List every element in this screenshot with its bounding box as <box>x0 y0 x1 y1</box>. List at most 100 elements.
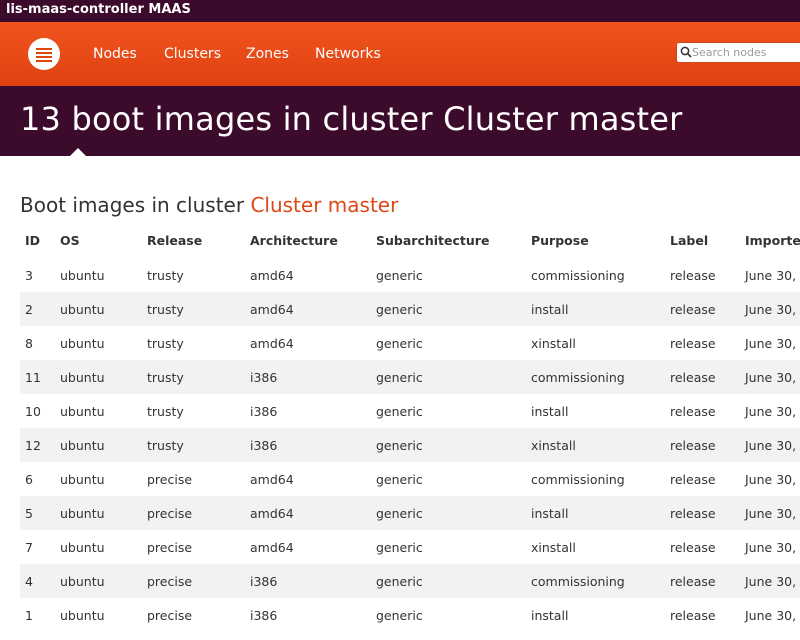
table-header-row: ID OS Release Architecture Subarchitectu… <box>20 222 800 258</box>
table-row: 8 ubuntu trusty amd64 generic xinstall release… <box>20 326 800 360</box>
cell-purpose: xinstall <box>526 428 665 462</box>
cell-release: trusty <box>147 267 184 283</box>
cell-subarchitecture: generic <box>376 335 423 351</box>
nav-nodes-link[interactable]: Nodes <box>93 46 137 62</box>
table-row: 7 ubuntu precise amd64 generic xinstall releas… <box>20 530 800 564</box>
table-body: 3 ubuntu trusty amd64 generic commissioning re… <box>20 258 800 632</box>
cell-label: release <box>665 360 740 394</box>
cell-label: release <box>670 471 716 487</box>
cell-id: 10 <box>25 403 41 419</box>
column-header-purpose[interactable]: Purpose <box>526 222 665 258</box>
page-header: 13 boot images in cluster Cluster master <box>0 86 800 156</box>
cell-release: trusty <box>147 403 184 419</box>
window-title: lis-maas-controller MAAS <box>6 2 191 17</box>
cell-os: ubuntu <box>60 403 105 419</box>
cell-architecture: i386 <box>245 428 371 462</box>
column-header-os[interactable]: OS <box>55 222 142 258</box>
search-input[interactable] <box>692 44 800 61</box>
cell-release: trusty <box>147 335 184 351</box>
section-title: Boot images in cluster Cluster master <box>20 193 398 217</box>
cell-os: ubuntu <box>60 335 105 351</box>
cell-id: 7 <box>25 539 33 555</box>
cell-release: trusty <box>142 360 245 394</box>
cell-release: precise <box>147 607 193 623</box>
cell-architecture: amd64 <box>245 496 371 530</box>
cell-label: release <box>670 267 716 283</box>
column-header-imported[interactable]: Imported <box>740 222 800 258</box>
nav-networks-link[interactable]: Networks <box>315 46 381 62</box>
cell-subarchitecture: generic <box>371 292 526 326</box>
cell-os: ubuntu <box>55 428 142 462</box>
table-row: 12 ubuntu trusty i386 generic xinstall release… <box>20 428 800 462</box>
cell-os: ubuntu <box>60 539 105 555</box>
column-header-architecture[interactable]: Architecture <box>245 222 371 258</box>
cell-release: precise <box>142 496 245 530</box>
cell-purpose: commissioning <box>526 564 665 598</box>
nav-zones-link[interactable]: Zones <box>246 46 289 62</box>
table-row: 3 ubuntu trusty amd64 generic commissioning re… <box>20 258 800 292</box>
cell-id: 2 <box>20 292 55 326</box>
column-header-release[interactable]: Release <box>142 222 245 258</box>
cell-subarchitecture: generic <box>371 564 526 598</box>
cell-purpose: install <box>526 292 665 326</box>
cell-id: 12 <box>20 428 55 462</box>
cell-subarchitecture: generic <box>376 267 423 283</box>
nav-indicator-notch <box>70 148 86 156</box>
maas-logo-icon[interactable] <box>28 38 60 70</box>
cluster-name-link[interactable]: Cluster master <box>250 193 398 217</box>
cell-purpose: commissioning <box>526 360 665 394</box>
table-row: 11 ubuntu trusty i386 generic commissioning re… <box>20 360 800 394</box>
cell-imported: June 30, 2 <box>745 539 800 555</box>
cell-purpose: install <box>526 496 665 530</box>
cell-architecture: i386 <box>250 607 278 623</box>
cell-subarchitecture: generic <box>371 360 526 394</box>
boot-images-table: ID OS Release Architecture Subarchitectu… <box>20 222 800 632</box>
boot-images-table-container: ID OS Release Architecture Subarchitectu… <box>20 222 800 640</box>
cell-architecture: i386 <box>250 403 278 419</box>
table-row: 4 ubuntu precise i386 generic commissioning re… <box>20 564 800 598</box>
cell-release: precise <box>147 471 193 487</box>
table-row: 1 ubuntu precise i386 generic install release J… <box>20 598 800 632</box>
cell-id: 6 <box>25 471 33 487</box>
cell-architecture: amd64 <box>250 471 294 487</box>
cell-subarchitecture: generic <box>376 607 423 623</box>
cell-subarchitecture: generic <box>376 403 423 419</box>
cell-imported: June 30, 2 <box>740 292 800 326</box>
cell-architecture: amd64 <box>245 292 371 326</box>
cell-subarchitecture: generic <box>371 496 526 530</box>
cell-architecture: amd64 <box>250 335 294 351</box>
cell-label: release <box>670 403 716 419</box>
cell-architecture: i386 <box>245 360 371 394</box>
cell-label: release <box>670 335 716 351</box>
cell-label: release <box>670 607 716 623</box>
cell-label: release <box>665 564 740 598</box>
search-icon <box>680 46 692 58</box>
column-header-subarchitecture[interactable]: Subarchitecture <box>371 222 526 258</box>
cell-id: 11 <box>20 360 55 394</box>
table-row: 2 ubuntu trusty amd64 generic install release J… <box>20 292 800 326</box>
cell-release: precise <box>147 539 193 555</box>
cell-imported: June 30, 2 <box>745 335 800 351</box>
cell-os: ubuntu <box>55 564 142 598</box>
cell-subarchitecture: generic <box>371 428 526 462</box>
cell-imported: June 30, 2 <box>745 267 800 283</box>
cell-id: 3 <box>25 267 33 283</box>
cell-imported: June 30, 2 <box>745 607 800 623</box>
column-header-id[interactable]: ID <box>20 222 55 258</box>
cell-os: ubuntu <box>55 292 142 326</box>
cell-imported: June 30, 2 <box>740 428 800 462</box>
window-titlebar: lis-maas-controller MAAS <box>0 0 800 22</box>
search-box[interactable] <box>676 42 800 63</box>
cell-imported: June 30, 2 <box>745 403 800 419</box>
cell-id: 4 <box>20 564 55 598</box>
table-row: 10 ubuntu trusty i386 generic install release J… <box>20 394 800 428</box>
cell-release: trusty <box>142 292 245 326</box>
cell-imported: June 30, 2 <box>745 471 800 487</box>
cell-id: 5 <box>20 496 55 530</box>
cell-release: precise <box>142 564 245 598</box>
cell-purpose: commissioning <box>531 267 625 283</box>
column-header-label[interactable]: Label <box>665 222 740 258</box>
nav-clusters-link[interactable]: Clusters <box>164 46 221 62</box>
cell-id: 8 <box>25 335 33 351</box>
cell-id: 1 <box>25 607 33 623</box>
